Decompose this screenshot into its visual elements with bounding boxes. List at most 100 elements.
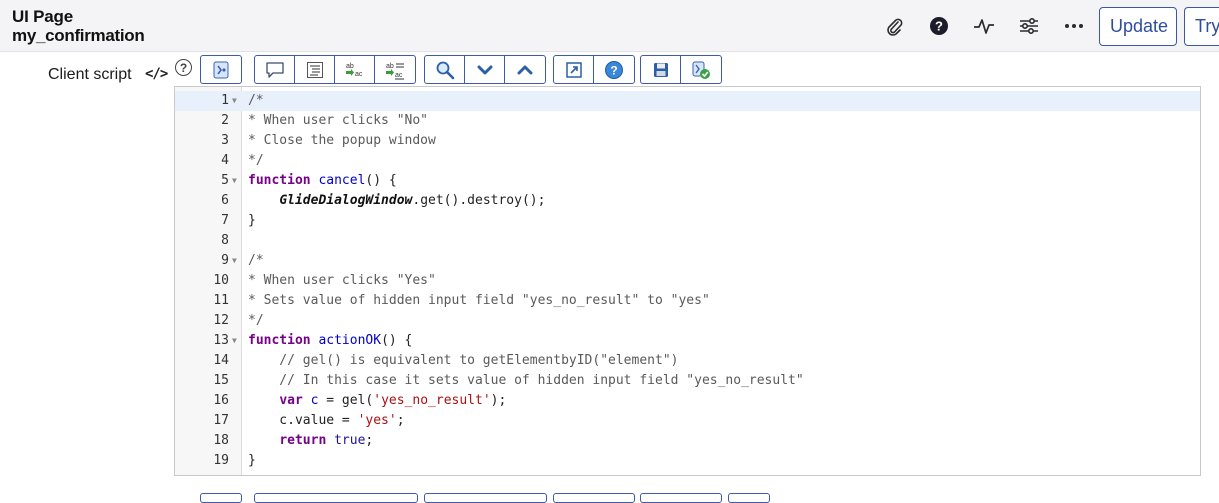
search-icon[interactable]: [425, 56, 465, 83]
line-number: 15: [213, 373, 229, 388]
code-line[interactable]: 14 // gel() is equivalent to getElementb…: [175, 351, 1200, 371]
code-text: * Close the popup window: [248, 133, 436, 148]
code-text: }: [248, 453, 256, 468]
toolbar-group-edit: ab ac ab ac: [254, 55, 416, 84]
code-icon: </>: [145, 66, 168, 82]
line-number: 4: [221, 153, 229, 168]
line-number: 5: [221, 173, 229, 188]
svg-text:ac: ac: [395, 72, 403, 79]
svg-text:?: ?: [935, 19, 943, 34]
code-line[interactable]: 3 * Close the popup window: [175, 131, 1200, 151]
code-line[interactable]: 2 * When user clicks "No": [175, 111, 1200, 131]
comment-icon[interactable]: [255, 56, 295, 83]
line-number: 18: [213, 433, 229, 448]
code-text: }: [248, 213, 256, 228]
code-line[interactable]: 7}: [175, 211, 1200, 231]
toolbar-group-view-bottom: [553, 493, 635, 503]
toolbar-group-tree-bottom: [200, 493, 242, 503]
more-icon[interactable]: [1062, 14, 1086, 38]
code-editor[interactable]: 1 ▼/* 2 * When user clicks "No" 3 * Close the…: [174, 86, 1201, 476]
save-icon[interactable]: [641, 56, 681, 83]
code-line[interactable]: 9 ▼ /*: [175, 251, 1200, 271]
svg-text:ac: ac: [355, 71, 363, 78]
page-title: UI Page: [12, 7, 73, 26]
toolbar-group-view: ?: [553, 55, 635, 84]
line-number: 10: [213, 273, 229, 288]
line-number: 9: [221, 253, 229, 268]
help-icon[interactable]: ?: [927, 14, 951, 38]
line-number: 3: [221, 133, 229, 148]
code-text: function actionOK() {: [248, 333, 413, 348]
code-line[interactable]: 19}: [175, 451, 1200, 471]
update-button[interactable]: Update: [1099, 7, 1177, 46]
code-text: * When user clicks "No": [248, 113, 429, 128]
line-number: 14: [213, 353, 229, 368]
line-number: 1: [221, 93, 229, 108]
code-line[interactable]: 10 * When user clicks "Yes": [175, 271, 1200, 291]
code-line[interactable]: 6 GlideDialogWindow.get().destroy();: [175, 191, 1200, 211]
toolbar-group-search-bottom: [424, 493, 547, 503]
fold-arrow-icon[interactable]: ▼: [232, 331, 237, 351]
code-line[interactable]: 12 */: [175, 311, 1200, 331]
line-number: 13: [213, 333, 229, 348]
svg-text:ab: ab: [346, 63, 354, 70]
replace-all-icon[interactable]: ab ac: [375, 56, 415, 83]
code-line[interactable]: 18 return true;: [175, 431, 1200, 451]
line-number: 12: [213, 313, 229, 328]
code-text: function cancel() {: [248, 173, 397, 188]
code-text: c.value = 'yes';: [248, 413, 405, 428]
chevron-down-icon[interactable]: [465, 56, 505, 83]
fold-arrow-icon[interactable]: ▼: [232, 91, 237, 111]
code-line[interactable]: 15 // In this case it sets value of hidd…: [175, 371, 1200, 391]
code-line[interactable]: 17 c.value = 'yes';: [175, 411, 1200, 431]
fold-arrow-icon[interactable]: ▼: [232, 251, 237, 271]
script-tree-icon[interactable]: [201, 56, 241, 83]
toolbar-group-edit-bottom: [254, 493, 418, 503]
chevron-up-icon[interactable]: [505, 56, 545, 83]
code-text: var c = gel('yes_no_result');: [279, 393, 507, 408]
try-it-button[interactable]: Try: [1184, 7, 1219, 46]
line-number: 7: [221, 213, 229, 228]
code-text: * Sets value of hidden input field "yes_…: [248, 293, 710, 308]
code-text: * When user clicks "Yes": [248, 273, 436, 288]
format-icon[interactable]: [295, 56, 335, 83]
code-text: // gel() is equivalent to getElementbyID…: [248, 353, 679, 368]
fullscreen-icon[interactable]: [554, 56, 594, 83]
syntax-check-icon[interactable]: [681, 56, 721, 83]
toolbar-group-save: [640, 55, 722, 84]
toolbar-group-search: [424, 55, 546, 84]
code-text: return true;: [279, 433, 374, 448]
svg-text:?: ?: [610, 63, 617, 77]
svg-text:ab: ab: [386, 63, 394, 70]
code-text: */: [248, 313, 264, 328]
code-text: */: [248, 153, 264, 168]
settings-sliders-icon[interactable]: [1017, 14, 1041, 38]
record-name: my_confirmation: [12, 26, 145, 45]
line-number: 17: [213, 413, 229, 428]
code-line[interactable]: 13 ▼ function actionOK() {: [175, 331, 1200, 351]
line-number: 6: [221, 193, 229, 208]
toolbar-group-save-bottom: [640, 493, 722, 503]
code-line[interactable]: 11 * Sets value of hidden input field "ye…: [175, 291, 1200, 311]
toolbar-group-tree: [200, 55, 242, 84]
line-number: 8: [221, 233, 229, 248]
line-number: 2: [221, 113, 229, 128]
code-line[interactable]: 4 */: [175, 151, 1200, 171]
fold-arrow-icon[interactable]: ▼: [232, 171, 237, 191]
code-text: GlideDialogWindow.get().destroy();: [279, 193, 546, 208]
code-line[interactable]: 16 var c = gel('yes_no_result');: [175, 391, 1200, 411]
code-line[interactable]: 8: [175, 231, 1200, 251]
line-number: 19: [213, 453, 229, 468]
line-number: 11: [213, 293, 229, 308]
help-icon[interactable]: ?: [594, 56, 634, 83]
line-number: 16: [213, 393, 229, 408]
code-text: /*: [248, 93, 264, 108]
paperclip-icon[interactable]: [882, 14, 906, 38]
activity-icon[interactable]: [972, 14, 996, 38]
form-header: UI Page my_confirmation ? Update Try: [0, 0, 1219, 52]
replace-icon[interactable]: ab ac: [335, 56, 375, 83]
field-help-icon[interactable]: ?: [175, 59, 192, 76]
code-text: // In this case it sets value of hidden …: [248, 373, 804, 388]
code-line[interactable]: 1 ▼ /*: [175, 91, 1200, 111]
code-line[interactable]: 5 ▼ function cancel() {: [175, 171, 1200, 191]
